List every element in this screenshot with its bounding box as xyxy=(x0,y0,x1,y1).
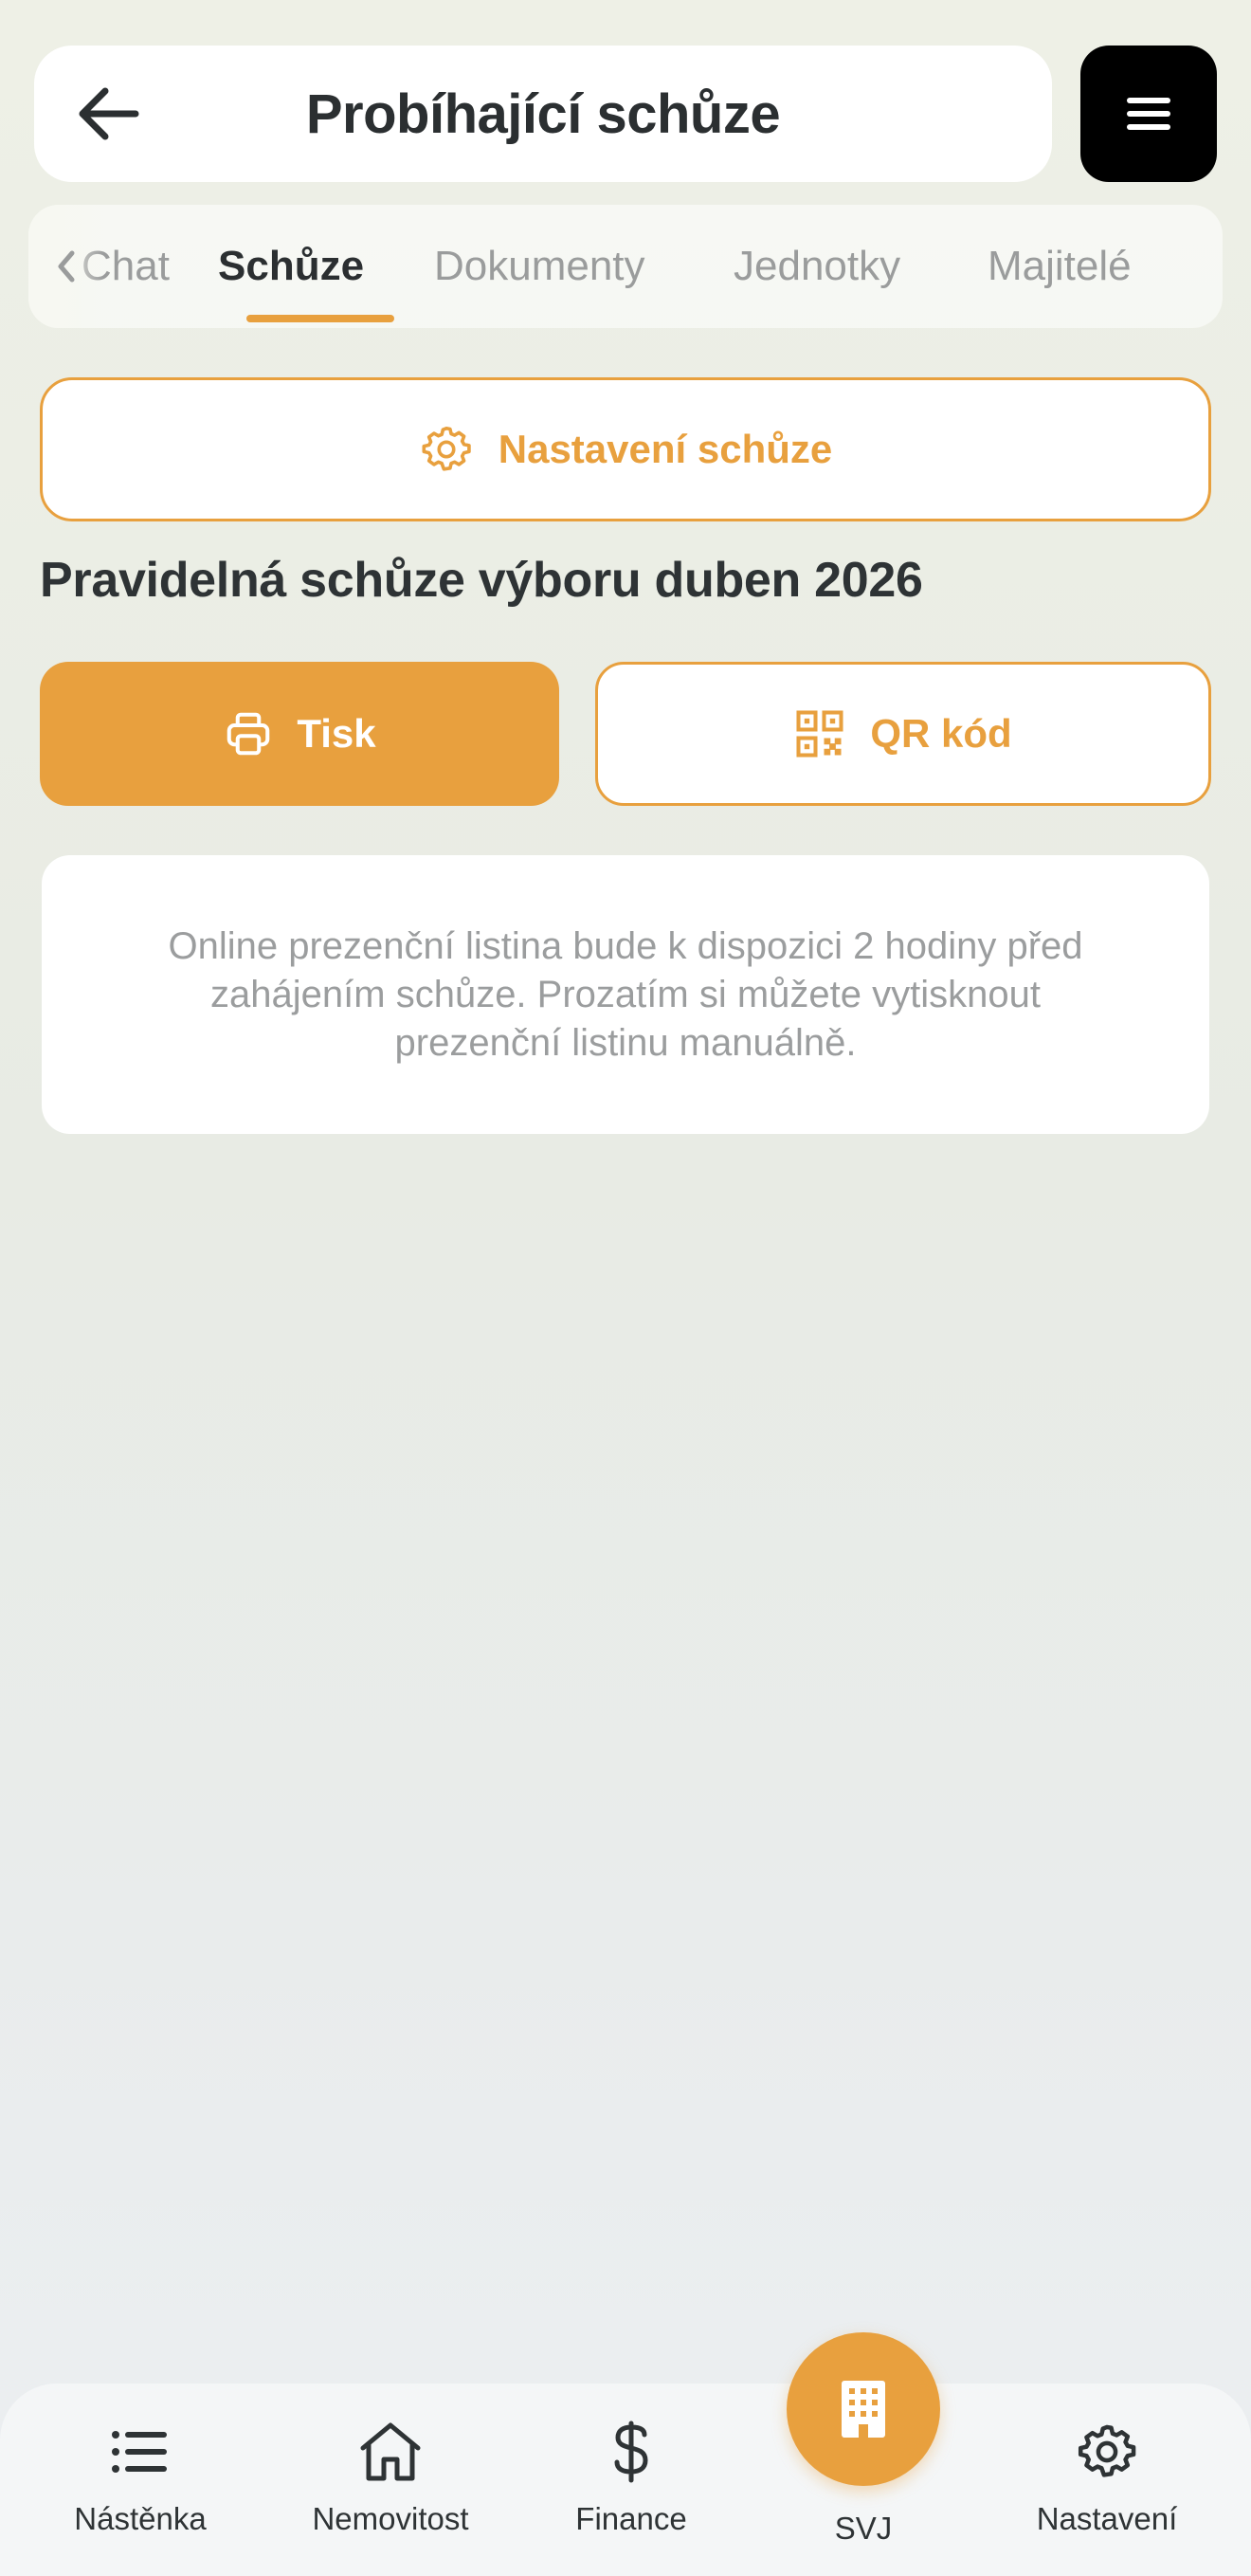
active-tab-indicator xyxy=(246,315,394,322)
qr-code-icon xyxy=(796,710,843,758)
print-button[interactable]: Tisk xyxy=(40,662,559,806)
nav-item-nastaveni[interactable]: Nastavení xyxy=(993,2418,1221,2550)
nav-label-svj: SVJ xyxy=(834,2511,893,2546)
bottom-navigation: Nástěnka Nemovitost Finance SVJ Nastaven… xyxy=(0,2384,1251,2576)
house-icon xyxy=(360,2422,421,2481)
nav-item-finance[interactable]: Finance xyxy=(517,2418,745,2550)
nav-item-nastenka[interactable]: Nástěnka xyxy=(27,2418,254,2550)
tab-schuze[interactable]: Schůze xyxy=(218,205,364,328)
nav-label-nastaveni: Nastavení xyxy=(1036,2501,1178,2536)
printer-icon xyxy=(227,712,270,756)
nav-label-nastenka: Nástěnka xyxy=(74,2501,207,2536)
arrow-left-icon xyxy=(79,87,139,140)
qr-code-button[interactable]: QR kód xyxy=(595,662,1211,806)
header-bar: Probíhající schůze xyxy=(34,46,1052,182)
tab-bar: Chat Schůze Dokumenty Jednotky Majitelé xyxy=(28,205,1223,328)
tab-jednotky[interactable]: Jednotky xyxy=(734,205,900,328)
tab-majitele[interactable]: Majitelé xyxy=(988,205,1132,328)
attendance-info-card: Online prezenční listina bude k dispozic… xyxy=(42,855,1209,1134)
page-title: Probíhající schůze xyxy=(305,82,781,145)
gear-icon xyxy=(1078,2424,1136,2477)
menu-button[interactable] xyxy=(1080,46,1217,182)
building-icon xyxy=(842,2381,885,2438)
qr-code-label: QR kód xyxy=(870,711,1012,756)
nav-label-nemovitost: Nemovitost xyxy=(312,2501,469,2536)
meeting-settings-label: Nastavení schůze xyxy=(498,427,833,471)
nav-item-svj[interactable]: SVJ xyxy=(750,2501,977,2558)
hamburger-menu-icon xyxy=(1127,98,1170,130)
list-icon xyxy=(112,2431,167,2473)
nav-item-nemovitost[interactable]: Nemovitost xyxy=(277,2418,504,2550)
gear-icon xyxy=(422,426,471,471)
back-button[interactable] xyxy=(72,80,144,148)
meeting-settings-button[interactable]: Nastavení schůze xyxy=(40,377,1211,521)
meeting-title: Pravidelná schůze výboru duben 2026 xyxy=(40,553,923,608)
print-label: Tisk xyxy=(297,711,376,756)
dollar-icon xyxy=(614,2421,648,2483)
nav-label-finance: Finance xyxy=(575,2501,687,2536)
tabs-scroll-left-button[interactable] xyxy=(28,205,104,328)
chevron-left-icon xyxy=(58,250,75,283)
attendance-info-text: Online prezenční listina bude k dispozic… xyxy=(168,924,1083,1064)
svj-fab-button[interactable] xyxy=(787,2332,940,2486)
tab-dokumenty[interactable]: Dokumenty xyxy=(434,205,645,328)
